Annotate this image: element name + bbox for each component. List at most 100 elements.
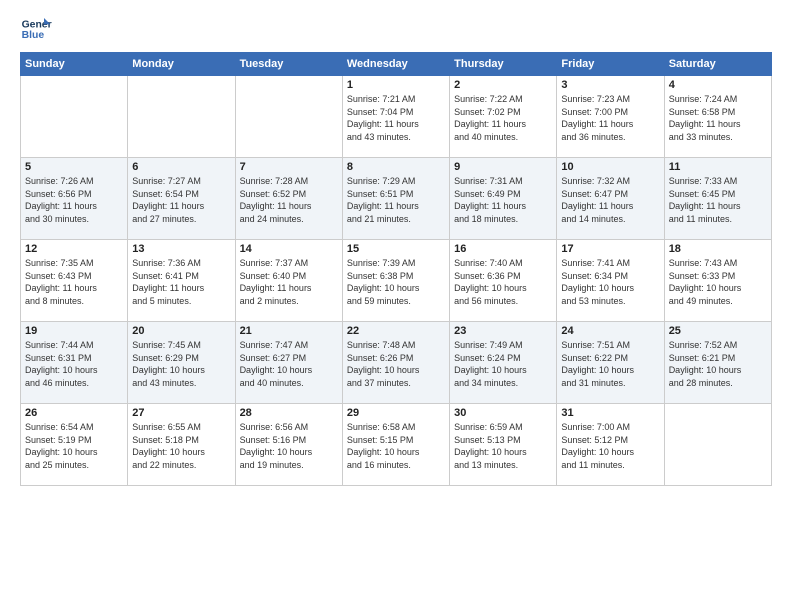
day-info: Sunrise: 7:47 AM Sunset: 6:27 PM Dayligh… <box>240 339 338 389</box>
day-number: 8 <box>347 161 445 173</box>
day-number: 17 <box>561 243 659 255</box>
day-number: 31 <box>561 407 659 419</box>
day-number: 24 <box>561 325 659 337</box>
calendar-cell: 9 Sunrise: 7:31 AM Sunset: 6:49 PM Daylig… <box>450 158 557 240</box>
day-number: 1 <box>347 79 445 91</box>
header: General Blue <box>20 16 772 44</box>
day-number: 7 <box>240 161 338 173</box>
logo: General Blue <box>20 16 56 44</box>
calendar-cell: 22 Sunrise: 7:48 AM Sunset: 6:26 PM Dayli… <box>342 322 449 404</box>
calendar-week-2: 5 Sunrise: 7:26 AM Sunset: 6:56 PM Daylig… <box>21 158 772 240</box>
calendar-dow-tuesday: Tuesday <box>235 53 342 76</box>
day-info: Sunrise: 7:22 AM Sunset: 7:02 PM Dayligh… <box>454 93 552 143</box>
calendar-cell: 30 Sunrise: 6:59 AM Sunset: 5:13 PM Dayli… <box>450 404 557 486</box>
calendar-cell <box>128 76 235 158</box>
day-number: 18 <box>669 243 767 255</box>
day-number: 2 <box>454 79 552 91</box>
calendar-cell: 14 Sunrise: 7:37 AM Sunset: 6:40 PM Dayli… <box>235 240 342 322</box>
day-info: Sunrise: 7:48 AM Sunset: 6:26 PM Dayligh… <box>347 339 445 389</box>
calendar-cell: 16Sunrise: 7:40 AM Sunset: 6:36 PM Dayli… <box>450 240 557 322</box>
calendar-cell: 20Sunrise: 7:45 AM Sunset: 6:29 PM Dayli… <box>128 322 235 404</box>
calendar-cell: 13 Sunrise: 7:36 AM Sunset: 6:41 PM Dayli… <box>128 240 235 322</box>
day-info: Sunrise: 7:39 AM Sunset: 6:38 PM Dayligh… <box>347 257 445 307</box>
day-info: Sunrise: 7:33 AM Sunset: 6:45 PM Dayligh… <box>669 175 767 225</box>
day-info: Sunrise: 7:26 AM Sunset: 6:56 PM Dayligh… <box>25 175 123 225</box>
calendar-cell: 11Sunrise: 7:33 AM Sunset: 6:45 PM Dayli… <box>664 158 771 240</box>
svg-text:General: General <box>22 20 52 31</box>
calendar-cell: 18Sunrise: 7:43 AM Sunset: 6:33 PM Dayli… <box>664 240 771 322</box>
day-number: 28 <box>240 407 338 419</box>
day-info: Sunrise: 7:49 AM Sunset: 6:24 PM Dayligh… <box>454 339 552 389</box>
day-info: Sunrise: 6:56 AM Sunset: 5:16 PM Dayligh… <box>240 421 338 471</box>
day-number: 3 <box>561 79 659 91</box>
calendar-dow-thursday: Thursday <box>450 53 557 76</box>
day-number: 22 <box>347 325 445 337</box>
calendar-cell: 1 Sunrise: 7:21 AM Sunset: 7:04 PM Daylig… <box>342 76 449 158</box>
calendar-week-5: 26 Sunrise: 6:54 AM Sunset: 5:19 PM Dayli… <box>21 404 772 486</box>
calendar-cell: 12 Sunrise: 7:35 AM Sunset: 6:43 PM Dayli… <box>21 240 128 322</box>
day-number: 12 <box>25 243 123 255</box>
calendar: SundayMondayTuesdayWednesdayThursdayFrid… <box>20 52 772 486</box>
day-number: 25 <box>669 325 767 337</box>
day-number: 19 <box>25 325 123 337</box>
day-info: Sunrise: 7:51 AM Sunset: 6:22 PM Dayligh… <box>561 339 659 389</box>
calendar-cell: 2 Sunrise: 7:22 AM Sunset: 7:02 PM Daylig… <box>450 76 557 158</box>
day-info: Sunrise: 7:41 AM Sunset: 6:34 PM Dayligh… <box>561 257 659 307</box>
calendar-cell: 10Sunrise: 7:32 AM Sunset: 6:47 PM Dayli… <box>557 158 664 240</box>
day-info: Sunrise: 7:00 AM Sunset: 5:12 PM Dayligh… <box>561 421 659 471</box>
calendar-cell: 5 Sunrise: 7:26 AM Sunset: 6:56 PM Daylig… <box>21 158 128 240</box>
calendar-dow-sunday: Sunday <box>21 53 128 76</box>
day-number: 9 <box>454 161 552 173</box>
day-info: Sunrise: 7:23 AM Sunset: 7:00 PM Dayligh… <box>561 93 659 143</box>
day-info: Sunrise: 6:55 AM Sunset: 5:18 PM Dayligh… <box>132 421 230 471</box>
day-number: 30 <box>454 407 552 419</box>
calendar-cell: 3 Sunrise: 7:23 AM Sunset: 7:00 PM Daylig… <box>557 76 664 158</box>
day-info: Sunrise: 7:29 AM Sunset: 6:51 PM Dayligh… <box>347 175 445 225</box>
day-number: 27 <box>132 407 230 419</box>
day-info: Sunrise: 7:36 AM Sunset: 6:41 PM Dayligh… <box>132 257 230 307</box>
calendar-cell: 29Sunrise: 6:58 AM Sunset: 5:15 PM Dayli… <box>342 404 449 486</box>
calendar-dow-wednesday: Wednesday <box>342 53 449 76</box>
calendar-week-3: 12 Sunrise: 7:35 AM Sunset: 6:43 PM Dayli… <box>21 240 772 322</box>
calendar-cell <box>664 404 771 486</box>
day-info: Sunrise: 6:59 AM Sunset: 5:13 PM Dayligh… <box>454 421 552 471</box>
calendar-dow-monday: Monday <box>128 53 235 76</box>
day-number: 14 <box>240 243 338 255</box>
calendar-dow-saturday: Saturday <box>664 53 771 76</box>
svg-text:Blue: Blue <box>22 30 45 41</box>
day-number: 26 <box>25 407 123 419</box>
day-info: Sunrise: 7:28 AM Sunset: 6:52 PM Dayligh… <box>240 175 338 225</box>
day-info: Sunrise: 7:37 AM Sunset: 6:40 PM Dayligh… <box>240 257 338 307</box>
calendar-cell: 23 Sunrise: 7:49 AM Sunset: 6:24 PM Dayli… <box>450 322 557 404</box>
day-number: 16 <box>454 243 552 255</box>
page: General Blue SundayMondayTuesdayWednesda… <box>0 0 792 612</box>
day-number: 5 <box>25 161 123 173</box>
day-info: Sunrise: 7:32 AM Sunset: 6:47 PM Dayligh… <box>561 175 659 225</box>
day-info: Sunrise: 7:52 AM Sunset: 6:21 PM Dayligh… <box>669 339 767 389</box>
calendar-cell: 21Sunrise: 7:47 AM Sunset: 6:27 PM Dayli… <box>235 322 342 404</box>
day-info: Sunrise: 7:24 AM Sunset: 6:58 PM Dayligh… <box>669 93 767 143</box>
calendar-cell: 17 Sunrise: 7:41 AM Sunset: 6:34 PM Dayli… <box>557 240 664 322</box>
day-number: 23 <box>454 325 552 337</box>
day-info: Sunrise: 7:45 AM Sunset: 6:29 PM Dayligh… <box>132 339 230 389</box>
calendar-week-1: 1 Sunrise: 7:21 AM Sunset: 7:04 PM Daylig… <box>21 76 772 158</box>
calendar-cell: 19Sunrise: 7:44 AM Sunset: 6:31 PM Dayli… <box>21 322 128 404</box>
day-info: Sunrise: 7:31 AM Sunset: 6:49 PM Dayligh… <box>454 175 552 225</box>
calendar-cell: 15Sunrise: 7:39 AM Sunset: 6:38 PM Dayli… <box>342 240 449 322</box>
day-info: Sunrise: 7:35 AM Sunset: 6:43 PM Dayligh… <box>25 257 123 307</box>
day-number: 29 <box>347 407 445 419</box>
calendar-cell: 6Sunrise: 7:27 AM Sunset: 6:54 PM Daylig… <box>128 158 235 240</box>
day-number: 13 <box>132 243 230 255</box>
calendar-cell: 8 Sunrise: 7:29 AM Sunset: 6:51 PM Daylig… <box>342 158 449 240</box>
calendar-week-4: 19Sunrise: 7:44 AM Sunset: 6:31 PM Dayli… <box>21 322 772 404</box>
calendar-cell: 28 Sunrise: 6:56 AM Sunset: 5:16 PM Dayli… <box>235 404 342 486</box>
calendar-cell: 4Sunrise: 7:24 AM Sunset: 6:58 PM Daylig… <box>664 76 771 158</box>
calendar-header-row: SundayMondayTuesdayWednesdayThursdayFrid… <box>21 53 772 76</box>
calendar-cell: 24 Sunrise: 7:51 AM Sunset: 6:22 PM Dayli… <box>557 322 664 404</box>
day-info: Sunrise: 6:54 AM Sunset: 5:19 PM Dayligh… <box>25 421 123 471</box>
day-number: 6 <box>132 161 230 173</box>
calendar-cell: 25 Sunrise: 7:52 AM Sunset: 6:21 PM Dayli… <box>664 322 771 404</box>
calendar-cell <box>235 76 342 158</box>
day-info: Sunrise: 7:21 AM Sunset: 7:04 PM Dayligh… <box>347 93 445 143</box>
calendar-cell: 31 Sunrise: 7:00 AM Sunset: 5:12 PM Dayli… <box>557 404 664 486</box>
